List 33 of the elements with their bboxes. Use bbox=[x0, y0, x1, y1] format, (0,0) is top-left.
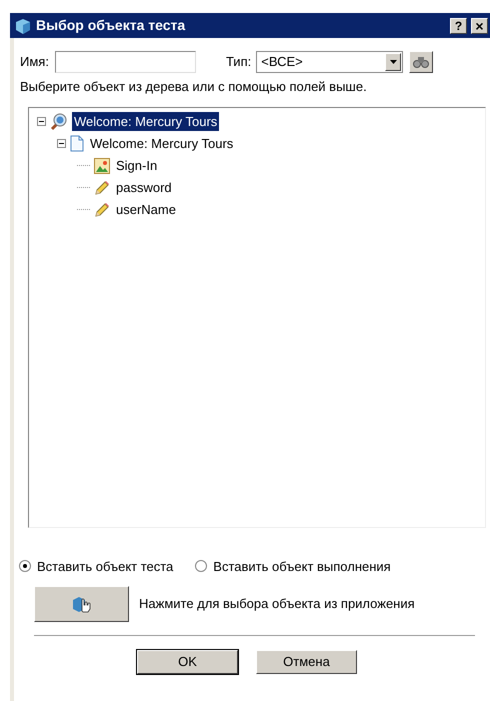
tree-item[interactable]: Welcome: Mercury Tours bbox=[72, 112, 220, 132]
pick-object-button[interactable] bbox=[34, 586, 129, 622]
document-icon bbox=[70, 135, 84, 152]
tree-item[interactable]: Welcome: Mercury Tours bbox=[88, 134, 236, 154]
dialog-button[interactable]: Отмена bbox=[256, 650, 357, 674]
type-dropdown[interactable]: <ВСЕ> bbox=[256, 51, 404, 73]
close-button[interactable]: × bbox=[471, 18, 488, 34]
tree-item[interactable]: userName bbox=[114, 200, 178, 220]
radio-option[interactable]: Вставить объект теста bbox=[19, 556, 174, 576]
window-title: Выбор объекта теста bbox=[36, 16, 186, 35]
hand-pointer-icon bbox=[72, 595, 92, 613]
collapse-toggle[interactable] bbox=[37, 117, 46, 126]
radio-button[interactable] bbox=[195, 560, 208, 572]
name-field[interactable] bbox=[54, 51, 196, 73]
globe-magnifier-icon bbox=[50, 112, 68, 130]
radio-button[interactable] bbox=[19, 560, 31, 572]
caret-icon bbox=[390, 60, 397, 64]
pencil-icon bbox=[94, 180, 110, 196]
tree-item[interactable]: password bbox=[114, 178, 174, 198]
find-button[interactable] bbox=[409, 51, 434, 73]
name-label: Имя: bbox=[20, 53, 49, 72]
tree-item[interactable]: Sign-In bbox=[114, 156, 160, 176]
type-label: Тип: bbox=[226, 53, 252, 72]
radio-option[interactable]: Вставить объект выполнения bbox=[195, 556, 391, 576]
collapse-toggle[interactable] bbox=[57, 139, 66, 148]
pick-hint: Нажмите для выбора объекта из приложения bbox=[139, 595, 415, 614]
image-icon bbox=[94, 158, 110, 174]
binoculars-icon bbox=[413, 56, 430, 68]
cube-icon bbox=[14, 16, 32, 34]
dialog-button[interactable]: OK bbox=[137, 650, 238, 674]
help-button[interactable]: ? bbox=[450, 18, 467, 34]
hint-text: Выберите объект из дерева или с помощью полей выше. bbox=[19, 78, 368, 96]
pencil-icon bbox=[94, 202, 110, 218]
